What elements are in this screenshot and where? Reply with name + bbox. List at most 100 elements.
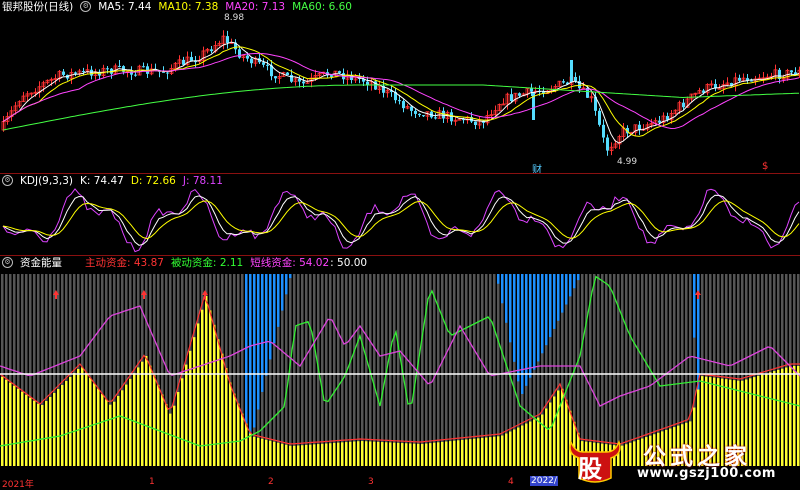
candle-body <box>62 71 65 75</box>
main-fund-bar <box>329 443 332 466</box>
fund-bg-bar <box>365 274 368 466</box>
main-fund-bar <box>157 384 160 466</box>
short-fund-bar <box>557 274 560 321</box>
candle-body <box>246 55 249 59</box>
short-fund-bar <box>277 274 280 327</box>
fund-bg-bar <box>393 274 396 466</box>
main-fund-bar <box>433 442 436 466</box>
logo-char: 股 <box>578 454 602 483</box>
main-fund-bar <box>537 417 540 466</box>
main-fund-bar <box>41 405 44 466</box>
main-fund-bar <box>517 427 520 466</box>
short-fund-bar <box>289 274 292 279</box>
main-fund-bar <box>9 382 12 466</box>
short-fund-bar <box>265 274 268 376</box>
main-fund-bar <box>21 391 24 466</box>
main-fund-bar <box>73 373 76 466</box>
fund-bg-bar <box>305 274 308 466</box>
candle-body <box>562 81 565 83</box>
main-fund-bar <box>545 408 548 466</box>
candle-body <box>238 49 241 58</box>
candlestick-chart[interactable] <box>0 0 800 172</box>
candle-body <box>598 110 601 125</box>
main-fund-bar <box>153 375 156 466</box>
short-fund-bar <box>553 274 556 329</box>
main-fund-bar <box>349 441 352 466</box>
fund-bg-bar <box>381 274 384 466</box>
main-fund-bar <box>513 429 516 466</box>
main-fund-bar <box>265 439 268 466</box>
candle-body <box>398 100 401 102</box>
main-fund-bar <box>301 445 304 466</box>
settings-circle-icon[interactable]: ⚙ <box>2 257 13 268</box>
fund-bg-bar <box>409 274 412 466</box>
fund-bg-bar <box>333 274 336 466</box>
main-fund-bar <box>177 392 180 466</box>
main-fund-bar <box>29 397 32 466</box>
kdj-pane[interactable]: ⚙ KDJ(9,3,3) K: 74.47 D: 72.66 J: 78.11 <box>0 174 800 254</box>
main-fund-bar <box>533 419 536 466</box>
main-fund-bar <box>281 443 284 466</box>
axis-label-2: 2 <box>268 477 274 487</box>
short-fund-bar <box>541 274 544 354</box>
main-fund-bar <box>525 423 528 466</box>
main-fund-bar <box>253 436 256 466</box>
fund-bg-bar <box>353 274 356 466</box>
fund-bg-bar <box>477 274 480 466</box>
candle-body <box>142 66 145 68</box>
candle-body <box>338 71 341 74</box>
main-fund-bar <box>373 441 376 466</box>
axis-label-2022: 2022/ <box>530 476 558 486</box>
main-fund-bar <box>789 366 792 466</box>
candle-body <box>510 94 513 102</box>
fund-bg-bar <box>377 274 380 466</box>
fund-energy-pane[interactable]: ⚙ 资金能量 主动资金: 43.87 被动资金: 2.11 短线资金: 54.0… <box>0 256 800 490</box>
main-fund-bar <box>181 378 184 466</box>
main-fund-bar <box>1 376 4 466</box>
main-fund-bar <box>201 309 204 466</box>
candle-body <box>226 36 229 44</box>
main-fund-bar <box>233 393 236 466</box>
candle-body <box>750 80 753 82</box>
short-fund-bar <box>545 274 548 346</box>
fund-bg-bar <box>481 274 484 466</box>
main-fund-bar <box>381 442 384 466</box>
main-fund-bar <box>341 442 344 466</box>
low-price-label: 4.99 <box>617 157 638 167</box>
main-fund-bar <box>169 413 172 466</box>
main-fund-bar <box>797 366 800 466</box>
fund-bg-bar <box>361 274 364 466</box>
main-fund-bar <box>365 441 368 466</box>
candle-body <box>118 65 121 67</box>
main-fund-bar <box>45 401 48 466</box>
main-fund-bar <box>69 377 72 466</box>
main-fund-bar <box>205 296 208 466</box>
main-fund-bar <box>189 350 192 466</box>
dollar-marker[interactable]: $ <box>762 161 768 172</box>
candle-body <box>602 124 605 138</box>
watermark-url: www.gszj100.com <box>637 466 776 481</box>
fund-bg-bar <box>413 274 416 466</box>
main-fund-bar <box>65 381 68 466</box>
fund-bg-bar <box>453 274 456 466</box>
candle-body <box>166 72 169 74</box>
main-fund-bar <box>249 433 252 466</box>
fund-bg-bar <box>313 274 316 466</box>
main-fund-bar <box>61 385 64 466</box>
candle-body <box>210 49 213 52</box>
main-fund-bar <box>785 367 788 466</box>
main-fund-bar <box>345 442 348 466</box>
kdj-chart[interactable] <box>0 174 800 254</box>
fund-bg-bar <box>285 274 288 466</box>
main-fund-bar <box>489 437 492 466</box>
fund-bg-bar <box>457 274 460 466</box>
main-fund-label: 主动资金: 43.87 <box>85 257 164 269</box>
main-fund-bar <box>49 397 52 466</box>
high-price-label: 8.98 <box>224 13 245 23</box>
kline-pane[interactable]: 银邦股份(日线) ⚙ MA5: 7.44 MA10: 7.38 MA20: 7.… <box>0 0 800 176</box>
main-fund-bar <box>305 444 308 466</box>
main-fund-bar <box>337 442 340 466</box>
candle-body <box>738 77 741 81</box>
main-fund-bar <box>369 441 372 466</box>
candle-body <box>402 101 405 109</box>
